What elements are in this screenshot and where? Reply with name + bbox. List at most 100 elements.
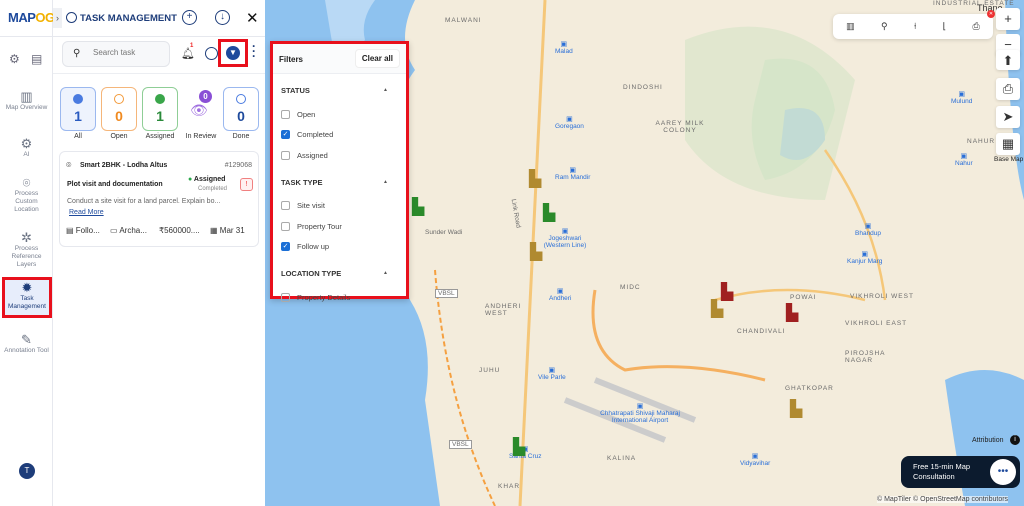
pin-icon[interactable]: ⍿ xyxy=(914,21,916,32)
filter-option-open[interactable]: Open xyxy=(273,104,406,125)
section-title: STATUS xyxy=(281,86,310,95)
road-shield: VBSL xyxy=(435,289,458,298)
notes-icon[interactable]: ▤ xyxy=(31,52,42,66)
filter-option-assigned[interactable]: Assigned xyxy=(273,145,406,166)
mapog-logo[interactable]: MAPOG xyxy=(8,10,55,25)
sync-icon[interactable] xyxy=(205,47,218,60)
filter-option-follow-up[interactable]: ✓ Follow up xyxy=(273,237,406,258)
toolbar-close-icon[interactable]: ✕ xyxy=(987,10,995,18)
base-map-button[interactable]: ▦ xyxy=(996,133,1020,155)
task-location: Smart 2BHK - Lodha Altus xyxy=(80,162,168,169)
map-label: KALINA xyxy=(607,455,637,462)
collapse-chevron-icon[interactable]: › xyxy=(53,8,62,28)
option-label: Property Details xyxy=(297,292,351,302)
clear-all-button[interactable]: Clear all xyxy=(354,49,400,68)
attribution-link[interactable]: Attribution xyxy=(972,437,1004,444)
zoom-in-button[interactable]: + xyxy=(996,8,1020,30)
checkbox[interactable] xyxy=(281,201,290,211)
search-icon[interactable]: ⚲ xyxy=(881,21,888,32)
search-box[interactable]: ⚲ xyxy=(62,41,170,67)
caret-up-icon[interactable]: ▲ xyxy=(383,270,388,276)
task-type: ▤ Follo... xyxy=(66,226,100,235)
locate-button[interactable]: ➤ xyxy=(996,106,1020,128)
more-icon[interactable]: · · · xyxy=(252,40,256,62)
tile-assigned[interactable]: 1 xyxy=(142,87,178,131)
chat-icon[interactable]: ••• xyxy=(990,459,1016,485)
nav-ai[interactable]: ⚙ AI xyxy=(3,136,50,159)
info-icon[interactable]: i xyxy=(1010,435,1020,445)
building-marker-tan[interactable]: ▙ xyxy=(529,172,541,188)
task-description: Conduct a site visit for a land parcel. … xyxy=(67,198,221,205)
nav-label: Map Overview xyxy=(5,104,48,111)
map-toolbar: ▥ ⚲ ⍿ ⌊ ⎙ xyxy=(833,14,993,39)
building-marker-green[interactable]: ▙ xyxy=(543,206,555,222)
road-label: Sunder Wadi xyxy=(425,229,463,236)
compass-button[interactable]: ⬆ xyxy=(996,50,1020,70)
checkbox-checked[interactable]: ✓ xyxy=(281,242,290,252)
nav-process-custom-location[interactable]: ⌾ Process Custom Location xyxy=(3,176,50,214)
map-search-area-icon[interactable]: ▥ xyxy=(846,21,855,32)
filter-option-site-visit[interactable]: Site visit xyxy=(273,196,406,217)
building-marker-tan[interactable]: ▙ xyxy=(790,402,802,418)
map-credits: © MapTiler © OpenStreetMap contributors xyxy=(877,496,1009,503)
station-label: Goregaon xyxy=(555,115,584,130)
filter-button[interactable]: ▼ xyxy=(218,39,248,67)
tile-all[interactable]: 1 xyxy=(60,87,96,131)
building-marker-red[interactable]: ▙ xyxy=(721,285,733,301)
print-icon[interactable]: ⎙ xyxy=(973,21,980,32)
tile-in-review[interactable]: 0 👁︎ xyxy=(183,87,219,131)
building-marker-green[interactable]: ▙ xyxy=(513,440,525,456)
station-label: Kanjur Marg xyxy=(847,250,882,265)
station-label: Mulund xyxy=(951,90,972,105)
section-status[interactable]: STATUS ▲ xyxy=(273,74,406,104)
section-location-type[interactable]: LOCATION TYPE ▲ xyxy=(273,257,406,287)
building-marker-tan[interactable]: ▙ xyxy=(711,302,723,318)
map-label: POWAI xyxy=(790,294,817,301)
gear-icon: ⚙ xyxy=(20,136,33,151)
search-input[interactable] xyxy=(93,48,163,57)
nav-process-reference-layers[interactable]: ✲ Process Reference Layers xyxy=(3,231,50,269)
type-icon: ▤ xyxy=(66,226,76,235)
checkbox[interactable] xyxy=(281,150,290,160)
map-label: ANDHERI WEST xyxy=(485,303,522,317)
tile-done[interactable]: 0 xyxy=(223,87,259,131)
globe-icon xyxy=(66,12,77,23)
location-pin-icon: ⌾ xyxy=(66,160,72,170)
add-task-button[interactable]: + xyxy=(182,10,197,25)
caret-up-icon[interactable]: ▲ xyxy=(383,87,388,93)
nav-map-overview[interactable]: ▥ Map Overview xyxy=(3,89,50,112)
station-label: Andheri xyxy=(549,287,571,302)
task-card[interactable]: ⌾ Smart 2BHK - Lodha Altus #129068 Plot … xyxy=(59,151,259,247)
checkbox[interactable] xyxy=(281,221,290,231)
checkbox[interactable] xyxy=(281,292,290,302)
map-label: PIROJSHA NAGAR xyxy=(845,350,886,364)
tile-open[interactable]: 0 xyxy=(101,87,137,131)
consultation-cta[interactable]: Free 15-min Map Consultation ••• xyxy=(901,456,1020,488)
section-task-type[interactable]: TASK TYPE ▲ xyxy=(273,166,406,196)
print-button[interactable]: ⎙ xyxy=(996,78,1020,100)
settings-icon[interactable]: ⚙ xyxy=(9,52,20,66)
alert-icon[interactable]: ! xyxy=(240,178,253,191)
checkbox-checked[interactable]: ✓ xyxy=(281,130,290,140)
filter-option-property-tour[interactable]: Property Tour xyxy=(273,216,406,237)
building-marker-green[interactable]: ▙ xyxy=(412,200,424,216)
read-more-link[interactable]: Read More xyxy=(69,209,104,216)
download-button[interactable]: ↓ xyxy=(215,10,230,25)
nav-annotation-tool[interactable]: ✎ Annotation Tool xyxy=(3,333,50,355)
map-icon: ▥ xyxy=(20,89,33,104)
filter-option-completed[interactable]: ✓ Completed xyxy=(273,125,406,146)
measure-icon[interactable]: ⌊ xyxy=(943,21,947,32)
close-icon[interactable]: ✕ xyxy=(246,9,259,27)
nav-label: Process Custom Location xyxy=(14,190,39,213)
option-label: Property Tour xyxy=(297,221,342,231)
nav-task-management[interactable]: ✹ Task Management xyxy=(2,277,52,318)
building-marker-tan[interactable]: ▙ xyxy=(530,245,542,261)
avatar[interactable]: T xyxy=(19,463,35,479)
caret-up-icon[interactable]: ▲ xyxy=(383,179,388,185)
building-marker-red[interactable]: ▙ xyxy=(786,306,798,322)
option-label: Assigned xyxy=(297,150,328,160)
checkbox[interactable] xyxy=(281,109,290,119)
filter-option-property-details[interactable]: Property Details xyxy=(273,287,406,308)
panel-title-text: TASK MANAGEMENT xyxy=(80,13,177,24)
assignee-text: Archa... xyxy=(119,226,147,235)
